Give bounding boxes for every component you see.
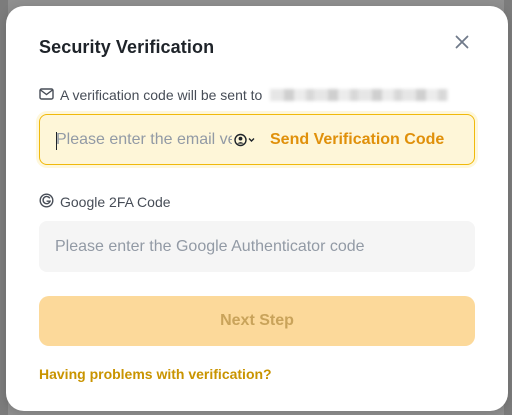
contact-autofill-icon[interactable] [234, 133, 256, 147]
close-icon [455, 35, 469, 54]
google-2fa-label-text: Google 2FA Code [60, 194, 171, 210]
next-step-button[interactable]: Next Step [39, 296, 475, 346]
security-verification-dialog: Security Verification A verification cod… [6, 6, 508, 411]
send-verification-code-button[interactable]: Send Verification Code [270, 131, 444, 149]
masked-email-address [270, 89, 449, 101]
google-2fa-label: Google 2FA Code [39, 193, 171, 211]
google-2fa-field[interactable] [39, 221, 475, 272]
email-code-label-text: A verification code will be sent to [60, 87, 263, 103]
google-2fa-input[interactable] [39, 221, 475, 272]
email-code-field[interactable]: Send Verification Code [39, 114, 475, 165]
close-button[interactable] [450, 32, 474, 56]
verification-help-link[interactable]: Having problems with verification? [39, 366, 272, 382]
dialog-title: Security Verification [39, 37, 215, 57]
text-caret [56, 132, 57, 150]
email-code-input[interactable] [40, 115, 232, 164]
email-code-label: A verification code will be sent to [39, 87, 449, 103]
google-icon [39, 193, 54, 211]
mail-icon [39, 87, 54, 103]
